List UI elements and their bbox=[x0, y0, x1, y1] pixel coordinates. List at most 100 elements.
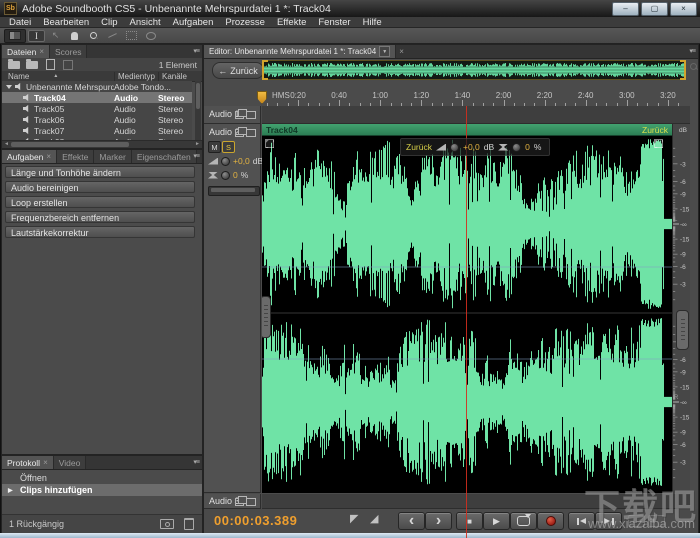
lasso-tool[interactable] bbox=[142, 30, 159, 42]
overview-handle-right[interactable] bbox=[680, 60, 686, 80]
hud-back-link[interactable]: Zurück bbox=[406, 142, 432, 152]
time-display[interactable]: 00:00:03.389 bbox=[214, 513, 297, 528]
open-folder-icon[interactable] bbox=[8, 61, 20, 69]
file-row-track07[interactable]: Track07AudioStereo bbox=[2, 125, 192, 136]
menu-aufgaben[interactable]: Aufgaben bbox=[167, 17, 220, 28]
record-button[interactable] bbox=[537, 512, 564, 530]
task-l-nge-und-tonh-he-ndern[interactable]: Länge und Tonhöhe ändern bbox=[5, 166, 195, 178]
file-name[interactable]: Track05 bbox=[34, 104, 64, 114]
hud-pan-knob[interactable] bbox=[512, 143, 521, 152]
hand-tool[interactable] bbox=[66, 30, 83, 42]
file-row-track04[interactable]: Track04AudioStereo bbox=[2, 92, 192, 103]
marquee-tool[interactable] bbox=[123, 30, 140, 42]
time-ruler[interactable]: HMS 0:200:401:001:201:402:002:202:403:00… bbox=[262, 90, 690, 107]
editor-close-icon[interactable]: × bbox=[399, 47, 404, 58]
fade-out-handle[interactable] bbox=[654, 139, 663, 148]
file-name[interactable]: Track04 bbox=[34, 93, 66, 103]
file-name[interactable]: Track06 bbox=[34, 115, 64, 125]
track-zoom-slider[interactable] bbox=[208, 186, 260, 196]
volume-knob[interactable] bbox=[221, 157, 230, 166]
column-type[interactable]: Medientyp bbox=[114, 72, 158, 81]
overview-zoom-icon[interactable] bbox=[690, 63, 697, 70]
track-header-audio2[interactable]: Audio 2 M S +0,0 dB 0 % bbox=[204, 124, 261, 493]
volume-control[interactable]: +0,0 dB bbox=[208, 156, 263, 166]
menu-bearbeiten[interactable]: Bearbeiten bbox=[37, 17, 95, 28]
volume-value[interactable]: +0,0 bbox=[233, 156, 250, 166]
panel-menu-icon[interactable]: ▾≡ bbox=[193, 47, 199, 55]
overview-strip[interactable] bbox=[262, 60, 686, 80]
vscroll-thumb[interactable] bbox=[196, 83, 200, 109]
task-loop-erstellen[interactable]: Loop erstellen bbox=[5, 196, 195, 208]
new-file-icon[interactable] bbox=[46, 59, 55, 70]
hud-pan-value[interactable]: 0 bbox=[525, 142, 530, 152]
pan-knob[interactable] bbox=[221, 171, 230, 180]
files-hscrollbar[interactable]: ◄ ► bbox=[2, 140, 202, 148]
column-name[interactable]: Name bbox=[8, 72, 29, 81]
scroll-left-icon[interactable]: ◄ bbox=[4, 142, 9, 147]
menu-datei[interactable]: Datei bbox=[3, 17, 37, 28]
file-row-track06[interactable]: Track06AudioStereo bbox=[2, 114, 192, 125]
fade-in-handle[interactable] bbox=[265, 139, 274, 148]
tab-eigenschaften[interactable]: Eigenschaften bbox=[132, 150, 197, 163]
close-icon[interactable]: × bbox=[39, 47, 44, 56]
file-row-track05[interactable]: Track05AudioStereo bbox=[2, 103, 192, 114]
nudge-left-button[interactable]: ‹ bbox=[398, 512, 425, 530]
duplicate-icon[interactable] bbox=[235, 498, 244, 506]
duplicate-icon[interactable] bbox=[235, 111, 244, 119]
mute-button[interactable]: M bbox=[208, 141, 221, 153]
nudge-right-button[interactable]: › bbox=[425, 512, 452, 530]
tab-effekte[interactable]: Effekte bbox=[57, 150, 94, 163]
waveform-area[interactable]: Track04 Zurück Zurück +0,0 dB 0 % bbox=[262, 124, 672, 493]
slider-thumb[interactable] bbox=[211, 188, 255, 192]
db-ruler[interactable]: -3-3-6-6-9-9-15-15-∞LdB-3-3-6-6-9-9-15-1… bbox=[672, 124, 690, 493]
slide-tool[interactable] bbox=[104, 30, 121, 42]
task-frequenzbereich-entfernen[interactable]: Frequenzbereich entfernen bbox=[5, 211, 195, 223]
tab-dateien[interactable]: Dateien× bbox=[2, 45, 50, 58]
expand-icon[interactable] bbox=[6, 85, 12, 89]
time-selection-tool[interactable]: I bbox=[28, 30, 45, 42]
tab-protokoll[interactable]: Protokoll× bbox=[2, 456, 54, 469]
hud-volume-value[interactable]: +0,0 bbox=[463, 142, 480, 152]
loop-playback-button[interactable] bbox=[510, 512, 537, 530]
minimize-button[interactable]: – bbox=[612, 2, 639, 16]
panel-menu-icon[interactable]: ▾≡ bbox=[193, 458, 199, 466]
task-audio-bereinigen[interactable]: Audio bereinigen bbox=[5, 181, 195, 193]
file-name[interactable]: Track07 bbox=[34, 126, 64, 136]
vertical-scroll-thumb[interactable] bbox=[676, 310, 689, 350]
close-button[interactable]: × bbox=[670, 2, 697, 16]
monitor-icon[interactable] bbox=[246, 498, 256, 506]
tab-aufgaben[interactable]: Aufgaben× bbox=[2, 150, 57, 163]
move-tool[interactable]: ↖ bbox=[47, 30, 64, 42]
zoom-tool[interactable] bbox=[85, 30, 102, 42]
history-ffnen[interactable]: Öffnen bbox=[2, 472, 202, 484]
column-channels[interactable]: Kanäle bbox=[158, 72, 202, 81]
workspace-icon[interactable] bbox=[4, 29, 26, 43]
monitor-icon[interactable] bbox=[246, 129, 256, 137]
tab-video[interactable]: Video bbox=[54, 456, 87, 469]
clip-header[interactable]: Track04 Zurück bbox=[262, 124, 672, 136]
menu-ansicht[interactable]: Ansicht bbox=[124, 17, 167, 28]
task-lautst-rkekorrektur[interactable]: Lautstärkekorrektur bbox=[5, 226, 195, 238]
back-button[interactable]: ← Zurück bbox=[212, 62, 264, 79]
tab-scores[interactable]: Scores bbox=[50, 45, 87, 58]
menu-fenster[interactable]: Fenster bbox=[312, 17, 356, 28]
clip-hud[interactable]: Zurück +0,0 dB 0 % bbox=[400, 138, 550, 156]
editor-tab[interactable]: Editor: Unbenannte Mehrspurdatei 1 *: Tr… bbox=[204, 45, 396, 58]
track-header-audio1[interactable]: Audio 1 bbox=[204, 106, 261, 124]
snapshot-icon[interactable] bbox=[160, 519, 174, 529]
menu-effekte[interactable]: Effekte bbox=[271, 17, 312, 28]
playhead-marker[interactable] bbox=[257, 91, 267, 104]
close-icon[interactable]: × bbox=[46, 152, 51, 161]
stop-button[interactable]: ■ bbox=[456, 512, 483, 530]
pan-control[interactable]: 0 % bbox=[208, 170, 248, 180]
tab-marker[interactable]: Marker bbox=[94, 150, 131, 163]
menu-hilfe[interactable]: Hilfe bbox=[357, 17, 388, 28]
history-clips-hinzuf-gen[interactable]: ▶Clips hinzufügen bbox=[2, 484, 202, 496]
hud-volume-knob[interactable] bbox=[450, 143, 459, 152]
close-icon[interactable]: × bbox=[43, 458, 48, 467]
play-button[interactable]: ▶ bbox=[483, 512, 510, 530]
clip-back-link[interactable]: Zurück bbox=[642, 125, 668, 135]
trash-icon[interactable] bbox=[184, 518, 194, 530]
file-row-unbenannte-mehrspurd[interactable]: Unbenannte Mehrspurd...Adobe Tondo... bbox=[2, 81, 192, 92]
track-header-audio3[interactable]: Audio 3 bbox=[204, 494, 261, 509]
